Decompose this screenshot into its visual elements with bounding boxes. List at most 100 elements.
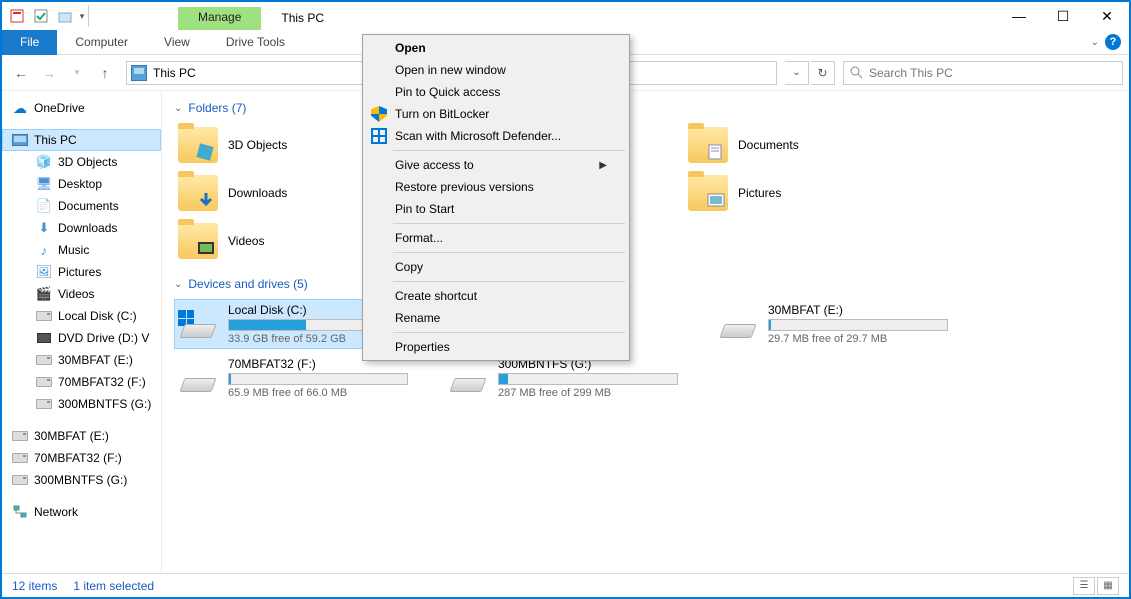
sidebar-item[interactable]: Local Disk (C:) bbox=[2, 305, 161, 327]
menu-item[interactable]: Open in new window bbox=[365, 59, 627, 81]
shield-icon bbox=[371, 106, 387, 122]
menu-item-label: Turn on BitLocker bbox=[395, 107, 489, 121]
sidebar-item[interactable]: 30MBFAT (E:) bbox=[2, 349, 161, 371]
pc-icon bbox=[131, 65, 147, 81]
menu-item-label: Give access to bbox=[395, 158, 474, 172]
sidebar-item-this-pc[interactable]: This PC bbox=[2, 129, 161, 151]
content-pane: ⌄Folders (7) 3D ObjectsDocumentsDownload… bbox=[162, 91, 1129, 573]
sidebar-item-label: Pictures bbox=[58, 265, 101, 279]
folder-item[interactable]: Documents bbox=[684, 123, 924, 167]
menu-item-label: Create shortcut bbox=[395, 289, 477, 303]
checkbox-icon[interactable] bbox=[30, 5, 52, 27]
sidebar-item-label: Local Disk (C:) bbox=[58, 309, 137, 323]
details-view-button[interactable]: ☰ bbox=[1073, 577, 1095, 595]
sidebar-item[interactable]: 300MBNTFS (G:) bbox=[2, 469, 161, 491]
drive-label: 30MBFAT (E:) bbox=[768, 303, 950, 317]
close-button[interactable]: ✕ bbox=[1085, 2, 1129, 30]
menu-item-label: Format... bbox=[395, 231, 443, 245]
pc-icon bbox=[12, 132, 28, 148]
menu-separator bbox=[393, 223, 625, 224]
sidebar-item[interactable]: 70MBFAT32 (F:) bbox=[2, 371, 161, 393]
folder-icon: ⬇ bbox=[36, 220, 52, 236]
sidebar-item-network[interactable]: Network bbox=[2, 501, 161, 523]
menu-item[interactable]: Pin to Quick access bbox=[365, 81, 627, 103]
drive-free-text: 65.9 MB free of 66.0 MB bbox=[228, 387, 410, 399]
menu-item-label: Rename bbox=[395, 311, 440, 325]
navigation-pane: ☁ OneDrive This PC 🧊3D Objects🖥Desktop📄Do… bbox=[2, 91, 162, 573]
file-tab[interactable]: File bbox=[2, 30, 57, 55]
drive-usage-bar bbox=[498, 373, 678, 385]
menu-item[interactable]: Copy bbox=[365, 256, 627, 278]
sidebar-item[interactable]: 70MBFAT32 (F:) bbox=[2, 447, 161, 469]
sidebar-item-label: Network bbox=[34, 505, 78, 519]
sidebar-item[interactable]: 300MBNTFS (G:) bbox=[2, 393, 161, 415]
folder-item[interactable]: Pictures bbox=[684, 171, 924, 215]
sidebar-item-onedrive[interactable]: ☁ OneDrive bbox=[2, 97, 161, 119]
maximize-button[interactable]: ☐ bbox=[1041, 2, 1085, 30]
drive-icon bbox=[12, 472, 28, 488]
menu-item[interactable]: Create shortcut bbox=[365, 285, 627, 307]
back-button[interactable]: ← bbox=[8, 60, 34, 86]
manage-tab-header[interactable]: Manage bbox=[178, 7, 261, 30]
folder-label: 3D Objects bbox=[228, 138, 287, 152]
sidebar-item[interactable]: ⬇ Downloads bbox=[2, 217, 161, 239]
menu-item[interactable]: Properties bbox=[365, 336, 627, 358]
drive-tools-tab[interactable]: Drive Tools bbox=[208, 31, 303, 53]
menu-item[interactable]: Scan with Microsoft Defender... bbox=[365, 125, 627, 147]
sidebar-item[interactable]: 30MBFAT (E:) bbox=[2, 425, 161, 447]
help-icon[interactable]: ? bbox=[1105, 34, 1121, 50]
forward-button[interactable]: → bbox=[36, 60, 62, 86]
address-dropdown-icon[interactable]: ⌄ bbox=[785, 61, 809, 85]
menu-item[interactable]: Give access to▶ bbox=[365, 154, 627, 176]
minimize-button[interactable]: — bbox=[997, 2, 1041, 30]
drive-icon bbox=[36, 374, 52, 390]
tiles-view-button[interactable]: ▦ bbox=[1097, 577, 1119, 595]
menu-item[interactable]: Pin to Start bbox=[365, 198, 627, 220]
menu-item-label: Restore previous versions bbox=[395, 180, 534, 194]
computer-tab[interactable]: Computer bbox=[57, 31, 146, 53]
folder-icon bbox=[688, 175, 728, 211]
search-input[interactable]: Search This PC bbox=[843, 61, 1123, 85]
menu-item[interactable]: Restore previous versions bbox=[365, 176, 627, 198]
search-icon bbox=[850, 66, 863, 79]
quick-access-toolbar: ▾ bbox=[2, 5, 98, 27]
menu-item[interactable]: Format... bbox=[365, 227, 627, 249]
sidebar-item[interactable]: 🖼Pictures bbox=[2, 261, 161, 283]
chevron-down-icon: ⌄ bbox=[174, 279, 182, 290]
ribbon-collapse-icon[interactable]: ⌄ bbox=[1091, 37, 1099, 48]
sidebar-item[interactable]: DVD Drive (D:) V bbox=[2, 327, 161, 349]
qat-dropdown-icon[interactable]: ▾ bbox=[78, 5, 86, 27]
sidebar-item[interactable]: 📄Documents bbox=[2, 195, 161, 217]
menu-item[interactable]: Open bbox=[365, 37, 627, 59]
folder-icon: 🧊 bbox=[36, 154, 52, 170]
group-drives-header[interactable]: ⌄Devices and drives (5) bbox=[174, 277, 1117, 291]
sidebar-item[interactable]: ♪Music bbox=[2, 239, 161, 261]
folder-icon bbox=[688, 127, 728, 163]
title-bar: ▾ Manage This PC — ☐ ✕ bbox=[2, 2, 1129, 30]
properties-icon[interactable] bbox=[6, 5, 28, 27]
drive-item[interactable]: 30MBFAT (E:)29.7 MB free of 29.7 MB bbox=[714, 299, 954, 349]
drive-icon bbox=[12, 450, 28, 466]
menu-item[interactable]: Turn on BitLocker bbox=[365, 103, 627, 125]
menu-item-label: Pin to Quick access bbox=[395, 85, 500, 99]
sidebar-item-label: OneDrive bbox=[34, 101, 85, 115]
view-tab[interactable]: View bbox=[146, 31, 208, 53]
cloud-icon: ☁ bbox=[12, 100, 28, 116]
new-folder-icon[interactable] bbox=[54, 5, 76, 27]
menu-item[interactable]: Rename bbox=[365, 307, 627, 329]
sidebar-item-label: 70MBFAT32 (F:) bbox=[34, 451, 122, 465]
sidebar-item[interactable]: 🖥Desktop bbox=[2, 173, 161, 195]
up-button[interactable]: ↑ bbox=[92, 60, 118, 86]
drive-free-text: 287 MB free of 299 MB bbox=[498, 387, 680, 399]
contextual-tab-group: Manage bbox=[178, 2, 261, 30]
group-folders-header[interactable]: ⌄Folders (7) bbox=[174, 101, 1117, 115]
sidebar-item[interactable]: 🧊3D Objects bbox=[2, 151, 161, 173]
recent-dropdown-icon[interactable]: ▾ bbox=[64, 60, 90, 86]
folder-icon: 🎬 bbox=[36, 286, 52, 302]
sidebar-item[interactable]: 🎬Videos bbox=[2, 283, 161, 305]
chevron-down-icon: ⌄ bbox=[174, 103, 182, 114]
sidebar-item-label: Downloads bbox=[58, 221, 117, 235]
dvd-icon bbox=[36, 330, 52, 346]
refresh-button[interactable]: ↻ bbox=[811, 61, 835, 85]
folder-label: Pictures bbox=[738, 186, 781, 200]
